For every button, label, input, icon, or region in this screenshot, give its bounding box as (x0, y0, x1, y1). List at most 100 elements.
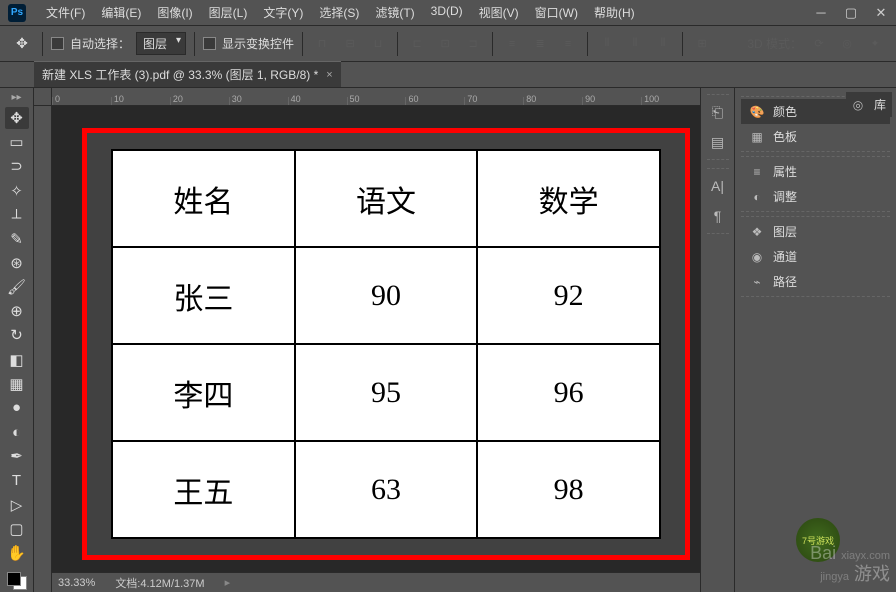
layers-icon: ❖ (749, 224, 765, 240)
rectangle-tool[interactable]: ▢ (5, 518, 29, 540)
canvas[interactable]: 姓名 语文 数学 张三 90 92 李四 95 96 (62, 112, 690, 568)
lasso-tool[interactable]: ⊃ (5, 155, 29, 177)
properties-panel-tab[interactable]: ≡ 属性 (741, 159, 890, 184)
toolbar-expand-icon[interactable]: ▸▸ (11, 92, 21, 103)
3d-pan-icon[interactable]: ◎ (836, 33, 858, 55)
menu-bar: 文件(F) 编辑(E) 图像(I) 图层(L) 文字(Y) 选择(S) 滤镜(T… (38, 0, 643, 25)
align-left-icon[interactable]: ⊏ (406, 33, 428, 55)
tab-close-button[interactable]: × (326, 69, 332, 81)
auto-select-target-dropdown[interactable]: 图层 (136, 32, 186, 55)
distribute-bottom-icon[interactable]: ≡ (557, 33, 579, 55)
auto-align-icon[interactable]: ⊞ (691, 33, 713, 55)
document-tab[interactable]: 新建 XLS 工作表 (3).pdf @ 33.3% (图层 1, RGB/8)… (34, 61, 341, 87)
table-cell: 96 (477, 344, 660, 441)
distribute-vcenter-icon[interactable]: ≣ (529, 33, 551, 55)
table-header-cell: 姓名 (112, 150, 295, 247)
table-cell: 92 (477, 247, 660, 344)
window-controls: ─ ▢ ✕ (806, 1, 896, 25)
menu-help[interactable]: 帮助(H) (586, 0, 643, 25)
close-button[interactable]: ✕ (866, 1, 896, 25)
distribute-hcenter-icon[interactable]: ⦀ (624, 33, 646, 55)
table-cell: 63 (295, 441, 478, 538)
channels-panel-tab[interactable]: ◉ 通道 (741, 244, 890, 269)
status-bar: 33.33% 文档:4.12M/1.37M ▸ (52, 572, 700, 592)
foreground-color-swatch[interactable] (7, 572, 21, 586)
history-brush-tool[interactable]: ↻ (5, 324, 29, 346)
align-bottom-icon[interactable]: ⊔ (367, 33, 389, 55)
status-arrow-icon[interactable]: ▸ (225, 576, 231, 589)
align-top-icon[interactable]: ⊓ (311, 33, 333, 55)
channels-icon: ◉ (749, 249, 765, 265)
annotation-frame: 姓名 语文 数学 张三 90 92 李四 95 96 (82, 128, 690, 560)
menu-3d[interactable]: 3D(D) (423, 0, 471, 25)
library-panel-tab[interactable]: ◎ 库 (846, 92, 892, 117)
swatches-panel-tab[interactable]: ▦ 色板 (741, 124, 890, 149)
marquee-tool[interactable]: ▭ (5, 131, 29, 153)
character-panel-icon[interactable]: A| (707, 175, 729, 197)
cloud-icon: ◎ (850, 97, 866, 113)
data-table: 姓名 语文 数学 张三 90 92 李四 95 96 (111, 149, 661, 539)
table-cell: 95 (295, 344, 478, 441)
pen-tool[interactable]: ✒ (5, 445, 29, 467)
paragraph-panel-icon[interactable]: ¶ (707, 205, 729, 227)
right-panels: ⎗ ▤ A| ¶ 🎨 颜色 ▦ 色板 ≡ 属性 (700, 88, 896, 592)
maximize-button[interactable]: ▢ (836, 1, 866, 25)
menu-edit[interactable]: 编辑(E) (93, 0, 149, 25)
menu-file[interactable]: 文件(F) (38, 0, 93, 25)
actions-panel-icon[interactable]: ▤ (707, 131, 729, 153)
vertical-ruler (34, 106, 52, 592)
paths-icon: ⌁ (749, 274, 765, 290)
3d-orbit-icon[interactable]: ⟳ (808, 33, 830, 55)
table-row: 张三 90 92 (112, 247, 660, 344)
layers-panel-tab[interactable]: ❖ 图层 (741, 219, 890, 244)
auto-select-checkbox[interactable] (51, 37, 64, 50)
dodge-tool[interactable]: ◐ (5, 421, 29, 443)
align-hcenter-icon[interactable]: ⊡ (434, 33, 456, 55)
menu-view[interactable]: 视图(V) (471, 0, 527, 25)
crop-tool[interactable]: ⟂ (5, 204, 29, 226)
menu-layer[interactable]: 图层(L) (201, 0, 256, 25)
menu-window[interactable]: 窗口(W) (527, 0, 586, 25)
canvas-area: 0102030405060708090100 姓名 语文 数学 张三 90 (34, 88, 700, 592)
hand-tool[interactable]: ✋ (5, 542, 29, 564)
distribute-left-icon[interactable]: ⦀ (596, 33, 618, 55)
menu-type[interactable]: 文字(Y) (255, 0, 311, 25)
tab-title: 新建 XLS 工作表 (3).pdf @ 33.3% (图层 1, RGB/8)… (42, 66, 318, 83)
eraser-tool[interactable]: ◧ (5, 349, 29, 371)
move-tool[interactable]: ✥ (5, 107, 29, 129)
zoom-level[interactable]: 33.33% (58, 577, 95, 589)
align-vcenter-icon[interactable]: ⊟ (339, 33, 361, 55)
menu-filter[interactable]: 滤镜(T) (367, 0, 422, 25)
paths-panel-tab[interactable]: ⌁ 路径 (741, 269, 890, 294)
options-bar: ✥ 自动选择： 图层 显示变换控件 ⊓ ⊟ ⊔ ⊏ ⊡ ⊐ ≡ ≣ ≡ ⦀ ⦀ … (0, 26, 896, 62)
menu-select[interactable]: 选择(S) (311, 0, 367, 25)
minimize-button[interactable]: ─ (806, 1, 836, 25)
gradient-tool[interactable]: ▦ (5, 373, 29, 395)
magic-wand-tool[interactable]: ✧ (5, 179, 29, 201)
distribute-right-icon[interactable]: ⦀ (652, 33, 674, 55)
blur-tool[interactable]: ● (5, 397, 29, 419)
menu-image[interactable]: 图像(I) (149, 0, 200, 25)
horizontal-ruler: 0102030405060708090100 (52, 88, 700, 106)
ruler-corner (34, 88, 52, 106)
color-swatches[interactable] (5, 570, 29, 592)
document-page: 姓名 语文 数学 张三 90 92 李四 95 96 (111, 149, 661, 539)
healing-brush-tool[interactable]: ⊛ (5, 252, 29, 274)
path-selection-tool[interactable]: ▷ (5, 494, 29, 516)
history-panel-icon[interactable]: ⎗ (707, 101, 729, 123)
mode-3d-label: 3D 模式： (747, 35, 802, 52)
tools-panel: ▸▸ ✥ ▭ ⊃ ✧ ⟂ ✎ ⊛ 🖌 ⊕ ↻ ◧ ▦ ● ◐ ✒ T ▷ ▢ ✋ (0, 88, 34, 592)
align-right-icon[interactable]: ⊐ (462, 33, 484, 55)
brush-tool[interactable]: 🖌 (5, 276, 29, 298)
clone-stamp-tool[interactable]: ⊕ (5, 300, 29, 322)
show-transform-checkbox[interactable] (203, 37, 216, 50)
panel-list: 🎨 颜色 ▦ 色板 ≡ 属性 ◐ 调整 ❖ 图层 (735, 88, 896, 592)
adjustments-panel-tab[interactable]: ◐ 调整 (741, 184, 890, 209)
eyedropper-tool[interactable]: ✎ (5, 228, 29, 250)
table-cell: 李四 (112, 344, 295, 441)
collapsed-panel-strip: ⎗ ▤ A| ¶ (701, 88, 735, 592)
3d-zoom-icon[interactable]: ✦ (864, 33, 886, 55)
distribute-top-icon[interactable]: ≡ (501, 33, 523, 55)
app-logo: Ps (8, 4, 26, 22)
text-tool[interactable]: T (5, 469, 29, 491)
